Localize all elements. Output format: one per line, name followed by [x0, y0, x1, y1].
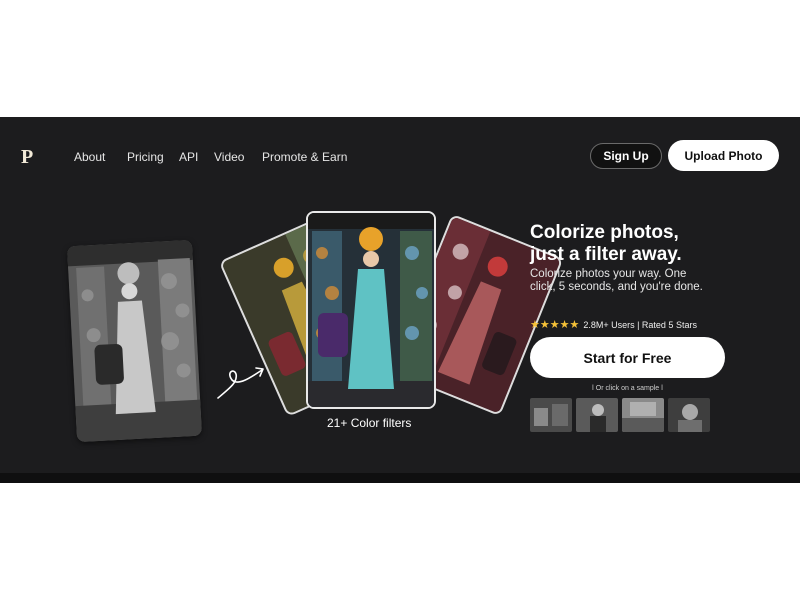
sample-photo-3[interactable]	[622, 398, 664, 432]
sample-photo-2[interactable]	[576, 398, 618, 432]
sample-photo-4[interactable]	[668, 398, 710, 432]
sample-photo-1[interactable]	[530, 398, 572, 432]
headline-line-2: just a filter away.	[530, 244, 682, 265]
headline-line-1: Colorize photos,	[530, 222, 679, 243]
original-bw-photo	[66, 239, 203, 443]
bw-photo-illustration	[66, 239, 203, 443]
color-photo-illustration	[308, 213, 434, 407]
start-for-free-button[interactable]: Start for Free	[530, 337, 725, 378]
star-rating-icon: ★★★★★	[530, 319, 580, 331]
rating-text: 2.8M+ Users | Rated 5 Stars	[583, 319, 697, 330]
section-divider	[0, 473, 800, 483]
nav-pricing[interactable]: Pricing	[127, 150, 164, 164]
brand-logo[interactable]: P	[20, 146, 38, 166]
upload-photo-button[interactable]: Upload Photo	[668, 140, 779, 171]
sign-up-button[interactable]: Sign Up	[590, 143, 662, 169]
hero-headline: Colorize photos, just a filter away.	[530, 222, 750, 266]
hero-subtitle: Colorize photos your way. One click, 5 s…	[530, 268, 703, 293]
color-filters-caption: 21+ Color filters	[327, 416, 412, 430]
color-filter-card-center	[306, 211, 436, 409]
rating-row: ★★★★★ 2.8M+ Users | Rated 5 Stars	[530, 318, 697, 331]
nav-promote-earn[interactable]: Promote & Earn	[262, 150, 347, 164]
sample-hint: ǀ Or click on a sample ǀ	[592, 385, 663, 392]
nav-about[interactable]: About	[74, 150, 105, 164]
nav-video[interactable]: Video	[214, 150, 244, 164]
transform-arrow-icon	[217, 367, 264, 399]
sample-thumbnails	[530, 398, 710, 432]
svg-text:P: P	[21, 146, 33, 166]
nav-api[interactable]: API	[179, 150, 198, 164]
